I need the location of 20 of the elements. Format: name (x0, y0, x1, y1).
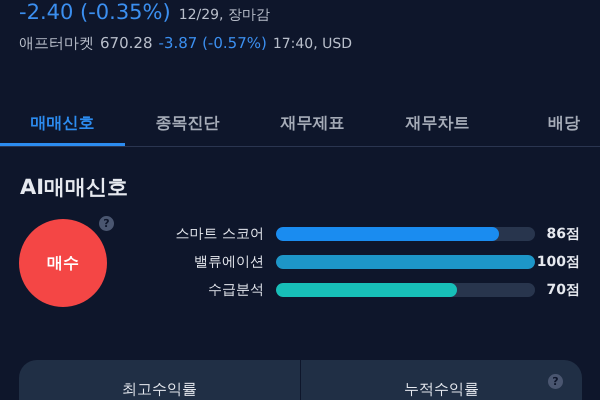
quote-time: 12/29, 장마감 (178, 6, 270, 25)
tab[interactable]: 종목진단 (125, 105, 250, 146)
tab[interactable]: 재무차트 (375, 105, 500, 146)
section-title: AI매매신호 (20, 174, 130, 201)
column-heading: 누적수익률 (404, 380, 479, 398)
after-market-change: -3.87 (-0.57%) (158, 34, 267, 52)
after-market-time: 17:40, USD (272, 36, 352, 52)
score-label: 밸류에이션 (193, 253, 265, 271)
tab[interactable]: 재무제표 (250, 105, 375, 146)
after-market-label: 애프터마켓 (19, 34, 94, 53)
tab[interactable]: 배당 (500, 105, 600, 146)
after-market-price: 670.28 (100, 34, 152, 52)
score-value: 86점 (546, 225, 580, 243)
score-value: 70점 (546, 281, 580, 299)
column-heading: 최고수익률 (122, 380, 197, 398)
score-label: 스마트 스코어 (174, 225, 265, 243)
score-value: 100점 (536, 253, 580, 271)
price-change: -2.40 (-0.35%) (19, 0, 171, 24)
score-label: 수급분석 (207, 281, 265, 299)
tab[interactable]: 매매신호 (0, 105, 125, 146)
